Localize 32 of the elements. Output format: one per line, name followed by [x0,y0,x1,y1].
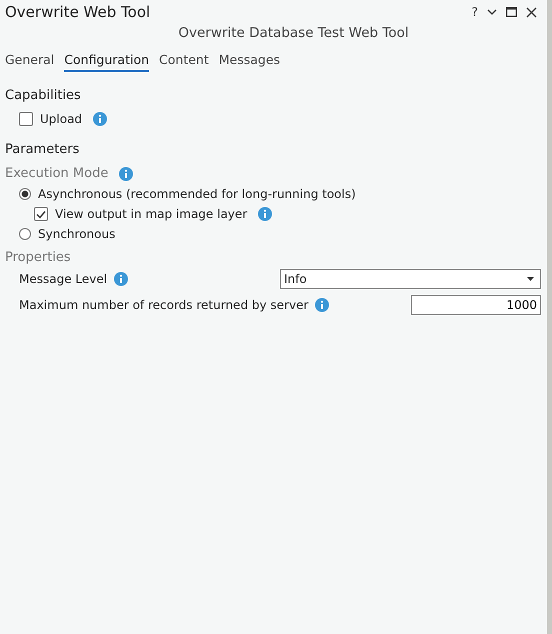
info-icon[interactable] [119,166,134,180]
checkbox[interactable] [34,207,48,221]
maximize-icon[interactable] [506,7,517,17]
info-icon[interactable] [114,272,128,286]
group-label: Execution Mode [5,166,108,181]
group-label: Properties [4,250,72,265]
dropdown-arrow-icon [527,277,534,281]
radio-button[interactable] [19,228,31,240]
radio-label: Asynchronous (recommended for long-running tools) [38,187,356,201]
input-field[interactable]: 1000 [411,295,541,315]
checkbox-label: Upload [40,112,82,126]
chevron-down-icon[interactable] [487,9,497,15]
info-icon[interactable] [315,298,330,312]
field-label: Message Level [19,272,108,286]
radio-label: Synchronous [38,227,116,241]
tab[interactable]: Configuration [64,52,150,72]
checkbox-label: View output in map image layer [55,207,248,221]
tab[interactable]: General [5,52,54,72]
help-button[interactable]: ? [472,5,478,19]
info-icon[interactable] [258,207,272,221]
close-icon[interactable] [526,6,537,18]
info-icon[interactable] [93,112,108,126]
message-level-dropdown[interactable]: Info [280,269,541,289]
tab[interactable]: Messages [218,52,280,72]
window-title: Overwrite Web Tool [5,3,150,21]
tab[interactable]: Content [159,52,209,72]
checkbox[interactable] [19,112,33,126]
field-label: Maximum number of records returned by server [19,298,308,312]
section-heading: Capabilities [4,88,82,103]
tool-name: Overwrite Database Test Web Tool [177,25,410,41]
section-heading: Parameters [4,142,80,157]
radio-button[interactable] [19,188,31,200]
